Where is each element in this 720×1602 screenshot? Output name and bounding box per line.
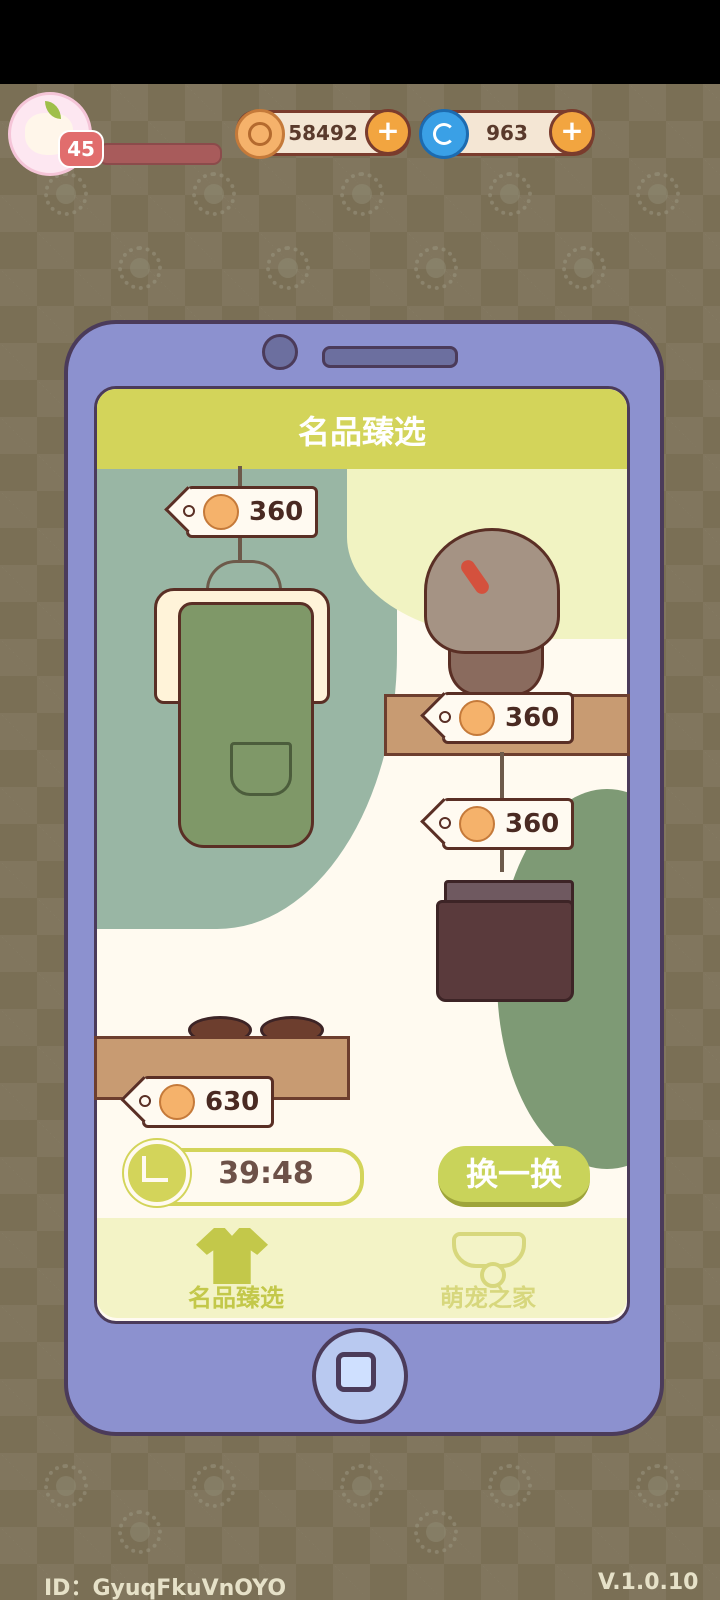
price-label: 360 — [505, 809, 560, 839]
sun-decoration-icon — [340, 1464, 384, 1508]
experience-bar — [98, 143, 222, 165]
refresh-button[interactable]: 换一换 — [438, 1146, 590, 1207]
coin-icon — [203, 494, 239, 530]
gem-counter: 963 + — [419, 109, 595, 159]
gem-amount: 963 — [486, 121, 528, 145]
phone-camera-icon — [262, 334, 298, 370]
price-tag-wig[interactable]: 360 — [439, 692, 575, 744]
sun-decoration-icon — [562, 246, 606, 290]
pet-collar-icon[interactable] — [452, 1232, 526, 1288]
sun-decoration-icon — [488, 172, 532, 216]
tag-hole — [183, 505, 195, 517]
tab-shop[interactable]: 名品臻选 — [188, 1278, 284, 1313]
swirl-gem-icon — [419, 109, 469, 159]
price-tag-apron[interactable]: 360 — [183, 486, 319, 538]
price-label: 360 — [505, 703, 560, 733]
sun-decoration-icon — [118, 1510, 162, 1554]
tab-pet-home[interactable]: 萌宠之家 — [440, 1278, 536, 1313]
add-gems-button[interactable]: + — [549, 109, 595, 155]
sun-decoration-icon — [192, 172, 236, 216]
sun-decoration-icon — [192, 1464, 236, 1508]
phone-speaker — [322, 346, 458, 368]
player-level-badge: 45 — [58, 130, 104, 168]
sun-decoration-icon — [340, 172, 384, 216]
price-label: 630 — [205, 1087, 260, 1117]
phone-home-button[interactable] — [312, 1328, 408, 1424]
add-coins-button[interactable]: + — [365, 109, 411, 155]
sun-decoration-icon — [44, 172, 88, 216]
version-label: V.1.0.10 — [598, 1570, 699, 1595]
coin-icon — [235, 109, 285, 159]
apron-item[interactable] — [178, 602, 314, 848]
shop-title: 名品臻选 — [297, 413, 426, 451]
price-tag-shorts[interactable]: 360 — [439, 798, 575, 850]
price-label: 360 — [249, 497, 304, 527]
apron-pocket — [230, 742, 292, 796]
coin-counter: 58492 + — [235, 109, 411, 159]
sun-decoration-icon — [636, 1464, 680, 1508]
timer-text: 39:48 — [218, 1156, 314, 1191]
sun-decoration-icon — [488, 1464, 532, 1508]
wig-item[interactable] — [424, 528, 560, 654]
sun-decoration-icon — [414, 246, 458, 290]
sun-decoration-icon — [266, 246, 310, 290]
player-id: ID：GyuqFkuVnOYO — [44, 1576, 287, 1601]
screen-tab-bar — [97, 1218, 627, 1318]
sun-decoration-icon — [44, 1464, 88, 1508]
coin-amount: 58492 — [288, 121, 358, 145]
tag-hole — [139, 1095, 151, 1107]
tag-hole — [439, 711, 451, 723]
sun-decoration-icon — [118, 246, 162, 290]
clock-icon — [124, 1140, 190, 1206]
tag-hole — [439, 817, 451, 829]
coin-icon — [459, 700, 495, 736]
sun-decoration-icon — [636, 172, 680, 216]
price-tag-sandals[interactable]: 630 — [139, 1076, 275, 1128]
sun-decoration-icon — [414, 1510, 458, 1554]
coin-icon — [459, 806, 495, 842]
coin-icon — [159, 1084, 195, 1120]
shorts-item[interactable] — [436, 900, 574, 1002]
status-bar — [0, 0, 720, 84]
